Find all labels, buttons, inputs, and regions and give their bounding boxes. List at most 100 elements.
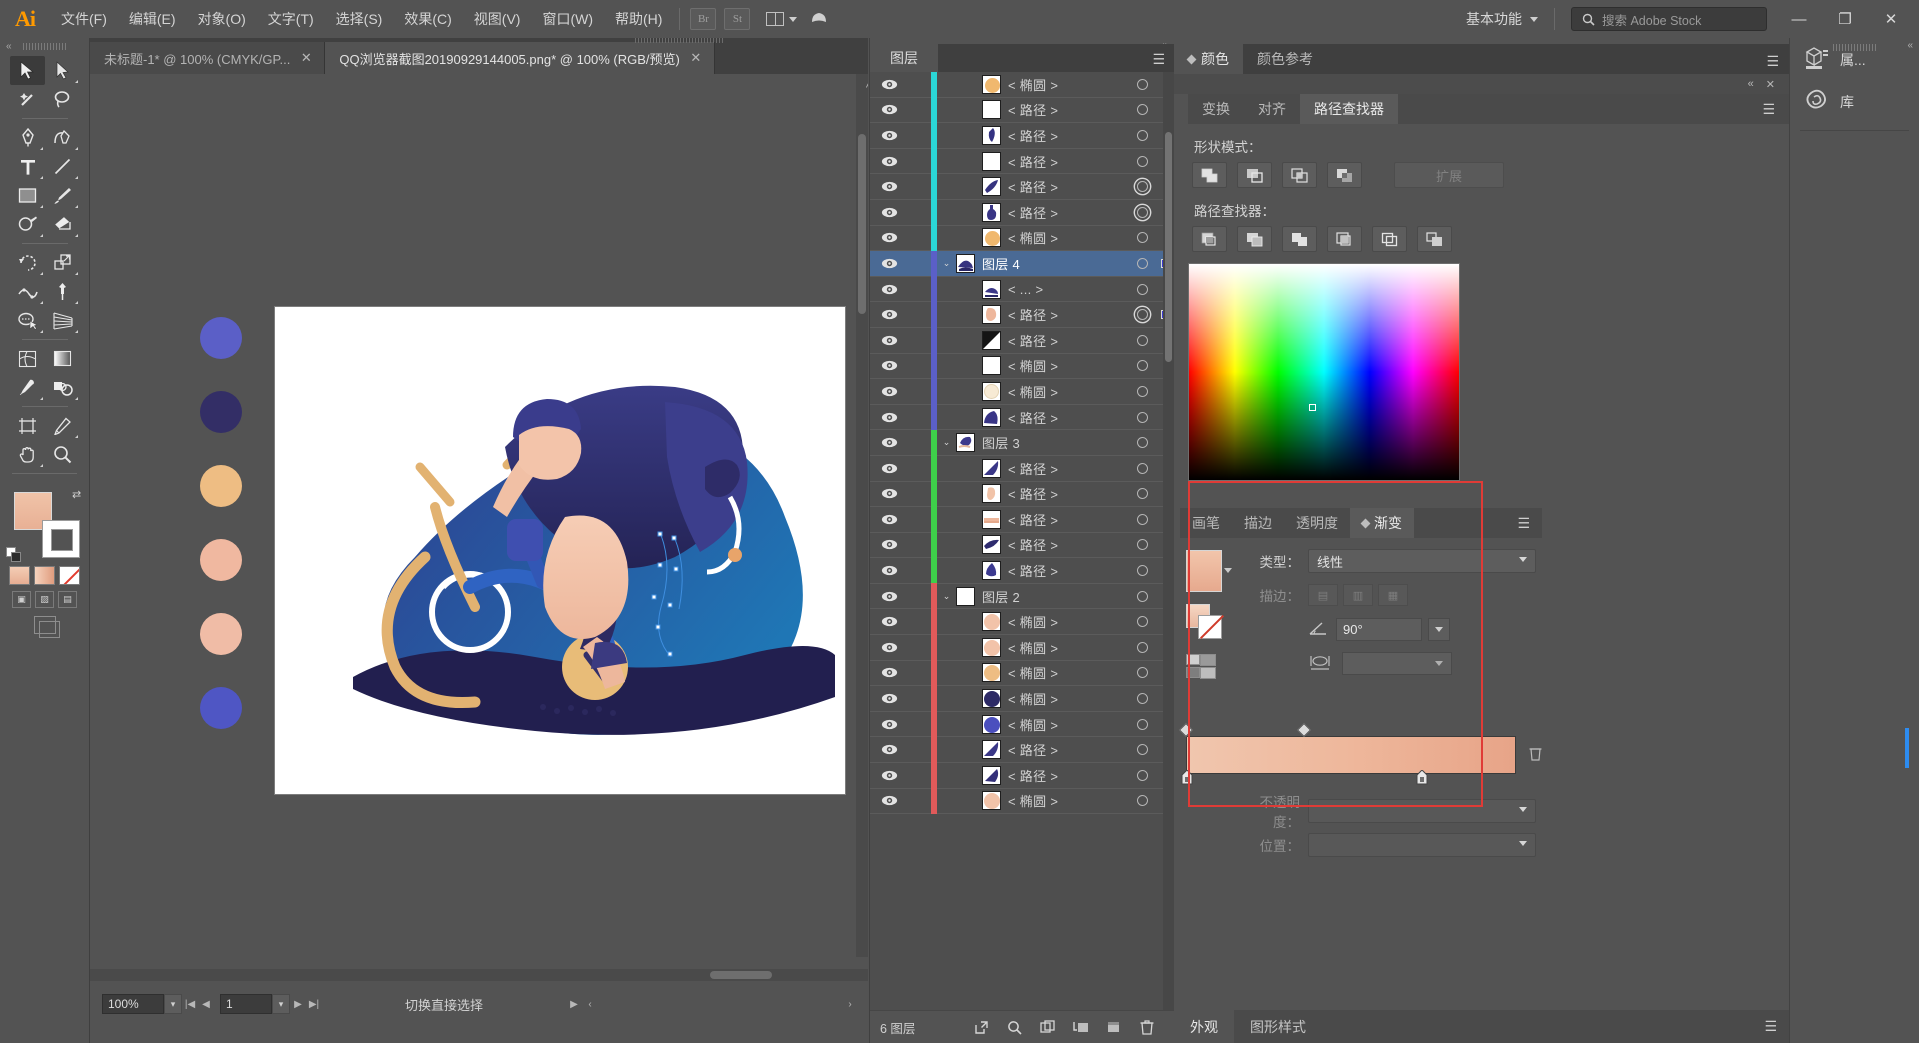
visibility-toggle-icon[interactable] bbox=[870, 693, 908, 704]
stroke-mini-swatch[interactable] bbox=[1198, 615, 1222, 639]
tabbar-drag-handle[interactable] bbox=[90, 38, 868, 43]
target-indicator-icon[interactable] bbox=[1129, 437, 1155, 449]
layer-name-label[interactable]: < 椭圆 > bbox=[1008, 663, 1129, 682]
visibility-toggle-icon[interactable] bbox=[870, 335, 908, 346]
layer-name-label[interactable]: < 路径 > bbox=[1008, 177, 1129, 196]
lasso-tool[interactable] bbox=[45, 85, 80, 114]
target-indicator-icon[interactable] bbox=[1129, 334, 1155, 346]
layer-row-object[interactable]: < 路径 > bbox=[870, 455, 1175, 482]
rotate-tool[interactable] bbox=[10, 248, 45, 277]
layer-name-label[interactable]: < 椭圆 > bbox=[1008, 715, 1129, 734]
artwork-swatch-1[interactable] bbox=[200, 317, 242, 359]
stock-icon[interactable]: St bbox=[724, 8, 751, 30]
layer-name-label[interactable]: < 路径 > bbox=[1008, 100, 1129, 119]
visibility-toggle-icon[interactable] bbox=[870, 539, 908, 550]
layer-name-label[interactable]: < 路径 > bbox=[1008, 152, 1129, 171]
gradient-tool[interactable] bbox=[45, 344, 80, 373]
visibility-toggle-icon[interactable] bbox=[870, 616, 908, 627]
color-fill-button[interactable] bbox=[9, 566, 30, 585]
layer-row-object[interactable]: < 路径 > bbox=[870, 97, 1175, 124]
layer-row-object[interactable]: < 椭圆 > bbox=[870, 353, 1175, 380]
unite-button[interactable] bbox=[1192, 162, 1227, 188]
gradient-aspect-input[interactable] bbox=[1342, 651, 1452, 675]
target-indicator-icon[interactable] bbox=[1129, 181, 1155, 193]
expand-arrow-icon[interactable]: ⌄ bbox=[937, 437, 956, 448]
blend-tool[interactable] bbox=[45, 373, 80, 402]
layer-name-label[interactable]: < 椭圆 > bbox=[1008, 75, 1129, 94]
layer-row-group[interactable]: ⌄ 图层 2 bbox=[870, 583, 1175, 610]
layer-name-label[interactable]: < 路径 > bbox=[1008, 510, 1129, 529]
layer-row-object[interactable]: < ... > bbox=[870, 276, 1175, 303]
gradient-opacity-input[interactable] bbox=[1308, 799, 1536, 823]
dock-drag-handle[interactable] bbox=[1790, 38, 1919, 56]
rectangle-tool[interactable] bbox=[10, 181, 45, 210]
target-indicator-icon[interactable] bbox=[1129, 641, 1155, 653]
layer-row-object[interactable]: < 路径 > bbox=[870, 301, 1175, 328]
gradient-stop-end[interactable] bbox=[1416, 769, 1428, 785]
visibility-toggle-icon[interactable] bbox=[870, 795, 908, 806]
status-end-arrow-icon[interactable]: › bbox=[842, 994, 858, 1014]
menu-help[interactable]: 帮助(H) bbox=[604, 0, 673, 38]
collect-in-new-layer-icon[interactable] bbox=[1064, 1011, 1097, 1043]
hscroll-thumb[interactable] bbox=[710, 971, 772, 979]
first-artboard-button[interactable]: |◀ bbox=[182, 994, 198, 1014]
layer-name-label[interactable]: < 路径 > bbox=[1008, 408, 1129, 427]
type-tool[interactable] bbox=[10, 152, 45, 181]
tab-transform[interactable]: 变换 bbox=[1188, 94, 1244, 124]
menu-file[interactable]: 文件(F) bbox=[50, 0, 118, 38]
canvas-area[interactable]: ^ bbox=[90, 74, 868, 969]
gradient-presets-icon[interactable] bbox=[1186, 654, 1224, 680]
eraser-tool[interactable] bbox=[45, 210, 80, 239]
bridge-icon[interactable]: Br bbox=[690, 8, 717, 30]
visibility-toggle-icon[interactable] bbox=[870, 463, 908, 474]
visibility-toggle-icon[interactable] bbox=[870, 156, 908, 167]
canvas-scroll-thumb[interactable] bbox=[858, 134, 866, 314]
selection-tool[interactable] bbox=[10, 56, 45, 85]
visibility-toggle-icon[interactable] bbox=[870, 719, 908, 730]
artwork-swatch-4[interactable] bbox=[200, 539, 242, 581]
layer-name-label[interactable]: 图层 4 bbox=[982, 254, 1129, 273]
mesh-tool[interactable] bbox=[10, 344, 45, 373]
target-indicator-icon[interactable] bbox=[1129, 206, 1155, 218]
layers-scrollbar[interactable] bbox=[1163, 72, 1174, 1043]
layer-name-label[interactable]: < 路径 > bbox=[1008, 331, 1129, 350]
layer-name-label[interactable]: < 路径 > bbox=[1008, 766, 1129, 785]
create-sublayer-icon[interactable] bbox=[1031, 1011, 1064, 1043]
draw-behind-button[interactable]: ▨ bbox=[35, 591, 54, 608]
canvas-horizontal-scrollbar[interactable] bbox=[90, 969, 868, 981]
target-indicator-icon[interactable] bbox=[1129, 616, 1155, 628]
draw-normal-button[interactable]: ▣ bbox=[12, 591, 31, 608]
menu-effect[interactable]: 效果(C) bbox=[393, 0, 462, 38]
eyedropper-tool[interactable] bbox=[10, 373, 45, 402]
close-icon[interactable]: ✕ bbox=[300, 50, 312, 66]
stock-search-input[interactable]: 搜索 Adobe Stock bbox=[1571, 7, 1767, 31]
layer-row-object[interactable]: < 路径 > bbox=[870, 404, 1175, 431]
crop-button[interactable] bbox=[1327, 226, 1362, 252]
locate-object-icon[interactable] bbox=[965, 1011, 998, 1043]
visibility-toggle-icon[interactable] bbox=[870, 284, 908, 295]
visibility-toggle-icon[interactable] bbox=[870, 412, 908, 423]
pen-tool[interactable] bbox=[10, 123, 45, 152]
layer-name-label[interactable]: < 路径 > bbox=[1008, 459, 1129, 478]
hand-tool[interactable] bbox=[10, 440, 45, 469]
zoom-tool[interactable] bbox=[45, 440, 80, 469]
layer-name-label[interactable]: < 椭圆 > bbox=[1008, 791, 1129, 810]
layer-row-object[interactable]: < 椭圆 > bbox=[870, 378, 1175, 405]
layer-name-label[interactable]: < 路径 > bbox=[1008, 561, 1129, 580]
layer-row-object[interactable]: < 路径 > bbox=[870, 199, 1175, 226]
layer-name-label[interactable]: < 椭圆 > bbox=[1008, 689, 1129, 708]
tab-stroke[interactable]: 描边 bbox=[1232, 508, 1284, 538]
layer-row-object[interactable]: < 椭圆 > bbox=[870, 634, 1175, 661]
menu-type[interactable]: 文字(T) bbox=[257, 0, 325, 38]
target-indicator-icon[interactable] bbox=[1129, 718, 1155, 730]
target-indicator-icon[interactable] bbox=[1129, 385, 1155, 397]
home-icon[interactable] bbox=[809, 9, 829, 30]
curvature-tool[interactable] bbox=[45, 123, 80, 152]
toolbar-collapse-icon[interactable]: « bbox=[6, 41, 12, 52]
restore-button[interactable]: ❐ bbox=[1823, 3, 1867, 35]
tab-layers[interactable]: 图层 bbox=[870, 44, 938, 72]
layer-row-object[interactable]: < 椭圆 > bbox=[870, 711, 1175, 738]
visibility-toggle-icon[interactable] bbox=[870, 104, 908, 115]
none-fill-button[interactable] bbox=[59, 566, 80, 585]
artwork-swatch-3[interactable] bbox=[200, 465, 242, 507]
